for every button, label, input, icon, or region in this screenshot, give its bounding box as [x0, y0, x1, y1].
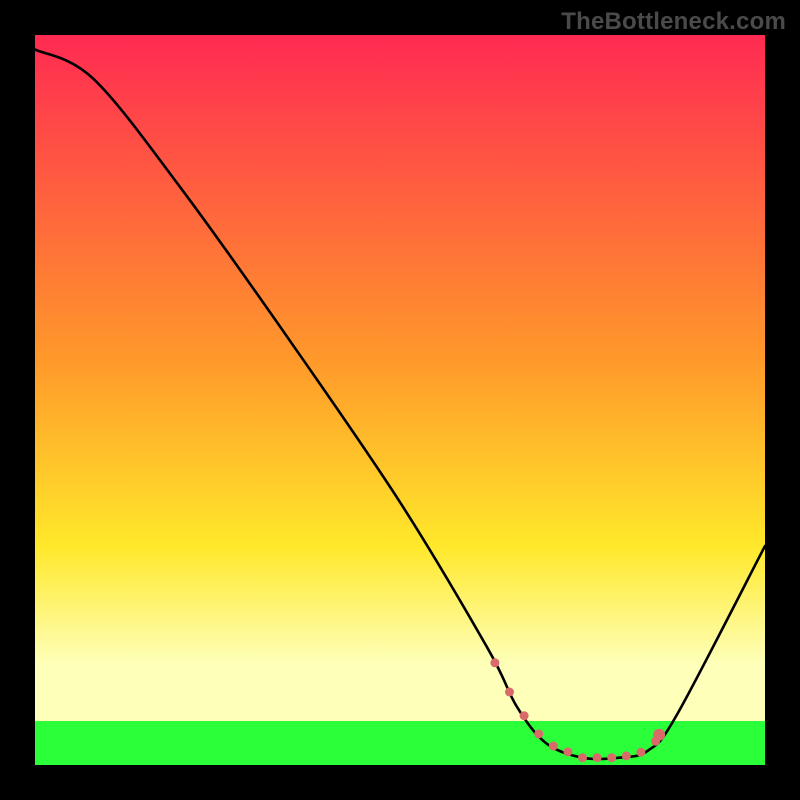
optimal-dot — [636, 748, 645, 757]
optimal-dot — [549, 742, 558, 751]
optimal-dot — [490, 658, 499, 667]
optimal-dot — [520, 711, 529, 720]
watermark-text: TheBottleneck.com — [561, 8, 786, 36]
optimal-dot — [607, 753, 616, 762]
optimal-dot — [651, 737, 660, 746]
optimal-dot — [578, 753, 587, 762]
optimal-dot — [563, 747, 572, 756]
optimal-range-dots — [490, 658, 660, 762]
gradient-plot-area — [35, 35, 765, 765]
optimal-dot — [622, 751, 631, 760]
chart-frame: TheBottleneck.com — [0, 0, 800, 800]
optimal-dot — [534, 729, 543, 738]
optimal-marker-dot — [653, 729, 665, 741]
curve-svg — [35, 35, 765, 765]
bottleneck-curve — [35, 50, 765, 760]
optimal-dot — [505, 688, 514, 697]
optimal-dot — [593, 753, 602, 762]
